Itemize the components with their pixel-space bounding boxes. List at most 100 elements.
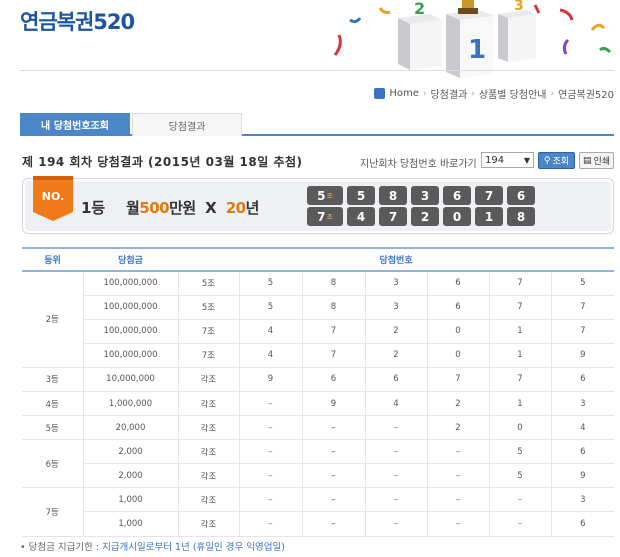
digit-cell: – xyxy=(239,391,303,417)
group-suffix: 조 xyxy=(326,191,333,200)
group-cell: 7조 xyxy=(178,343,240,368)
digit-cell: – xyxy=(302,487,366,513)
digit-cell: – xyxy=(239,415,303,441)
digit-cell: 9 xyxy=(302,391,366,417)
digit-cell: 6 xyxy=(427,271,490,296)
amount-cell: 1,000 xyxy=(83,511,179,537)
ball-row: 5조583676 xyxy=(307,186,535,205)
digit-cell: 3 xyxy=(365,295,428,320)
no-badge-label: NO. xyxy=(42,190,65,203)
digit-cell: – xyxy=(427,511,490,537)
digit-cell: – xyxy=(365,511,428,537)
digit-cell: 8 xyxy=(302,295,366,320)
number-ball: 6 xyxy=(443,186,471,205)
table-row: 2등 100,000,000 5조 5 8 3 6 7 5 xyxy=(22,271,615,368)
table-row: 100,000,000 5조 5 8 3 6 7 7 xyxy=(22,295,615,320)
digit-cell: 7 xyxy=(302,343,366,368)
draw-result-title: 제 194 회차 당첨결과 (2015년 03월 18일 추첨) xyxy=(22,155,303,169)
number-ball: 0 xyxy=(443,207,471,226)
number-ball: 7 xyxy=(475,186,503,205)
breadcrumb-results[interactable]: 당첨결과 xyxy=(430,86,467,101)
digit-cell: 4 xyxy=(551,415,615,441)
digit-cell: 5 xyxy=(489,439,552,465)
breadcrumb: Home › 당첨결과 › 상품별 당첨안내 › 연금복권520 xyxy=(374,86,614,101)
search-icon: ⚲ xyxy=(543,155,551,166)
digit-cell: 4 xyxy=(239,319,303,344)
rank-cell: 4등 xyxy=(22,391,84,417)
number-ball: 6 xyxy=(507,186,535,205)
table-row: 1,000 각조 – – – – –6 xyxy=(22,511,615,537)
chevron-right-icon: › xyxy=(550,88,555,99)
digit-cell: 6 xyxy=(551,511,615,537)
group-cell: 5조 xyxy=(178,295,240,320)
group-cell: 각조 xyxy=(178,487,240,513)
header-amount: 당첨금 xyxy=(83,247,178,272)
digit-cell: 1 xyxy=(489,319,552,344)
amount-cell: 2,000 xyxy=(83,463,179,489)
amount-cell: 1,000 xyxy=(83,487,179,513)
amount-cell: 1,000,000 xyxy=(83,391,179,417)
tab-draw-results[interactable]: 당첨결과 xyxy=(132,113,242,136)
digit-cell: 6 xyxy=(427,295,490,320)
digit-cell: – xyxy=(239,511,303,537)
group-cell: 각조 xyxy=(178,439,240,465)
amount-cell: 100,000,000 xyxy=(83,319,179,344)
svg-text:1: 1 xyxy=(468,35,486,65)
digit-cell: – xyxy=(365,439,428,465)
digit-cell: 5 xyxy=(489,463,552,489)
tab-my-number-check[interactable]: 내 당첨번호조회 xyxy=(20,113,130,136)
prize-amount-prefix: 월 xyxy=(126,199,140,217)
amount-cell: 2,000 xyxy=(83,439,179,465)
digit-cell: – xyxy=(489,487,552,513)
digit-cell: 2 xyxy=(365,319,428,344)
amount-cell: 10,000,000 xyxy=(83,367,179,392)
group-ball: 5조 xyxy=(307,186,343,205)
digit-cell: 3 xyxy=(365,271,428,296)
digit-cell: 0 xyxy=(427,319,490,344)
breadcrumb-home[interactable]: Home xyxy=(389,88,419,99)
digit-cell: – xyxy=(427,487,490,513)
round-select[interactable]: 194 ▼ xyxy=(481,152,534,168)
payment-deadline-note: • 당첨금 지급기한 : 지급개시일로부터 1년 (휴일인 경우 익영업일) xyxy=(20,539,285,553)
print-button[interactable]: ▤ 인쇄 xyxy=(579,152,614,169)
digit-cell: 6 xyxy=(365,367,428,392)
digit-cell: 2 xyxy=(427,391,490,417)
digit-cell: 7 xyxy=(302,319,366,344)
round-select-value: 194 xyxy=(485,154,505,166)
number-ball: 1 xyxy=(475,207,503,226)
results-table: 등위 당첨금 당첨번호 2등 100,000,000 5조 5 8 3 6 7 5 100,000… xyxy=(22,247,615,537)
group-cell: 각조 xyxy=(178,415,240,441)
search-button[interactable]: ⚲ 조회 xyxy=(538,152,575,169)
winning-number-balls: 5조5836767조472018 xyxy=(307,186,535,228)
prize-years-value: 20 xyxy=(225,199,246,217)
rank-cell: 2등 xyxy=(22,271,84,368)
number-ball: 4 xyxy=(347,207,375,226)
digit-cell: 4 xyxy=(365,391,428,417)
amount-cell: 100,000,000 xyxy=(83,271,179,296)
breadcrumb-current[interactable]: 연금복권520 xyxy=(558,86,614,101)
prize-rank: 1등 xyxy=(81,199,106,217)
digit-cell: – xyxy=(365,487,428,513)
digit-cell: 8 xyxy=(302,271,366,296)
footnote-text: 지급개시일로부터 1년 (휴일인 경우 익영업일) xyxy=(102,542,285,553)
digit-cell: 7 xyxy=(489,271,552,296)
table-row: 3등 10,000,000 각조 9 6 6 7 7 6 xyxy=(22,367,615,392)
amount-cell: 100,000,000 xyxy=(83,295,179,320)
group-cell: 각조 xyxy=(178,391,240,417)
digit-cell: – xyxy=(239,463,303,489)
digit-cell: 3 xyxy=(551,487,615,513)
home-icon[interactable] xyxy=(374,88,386,99)
group-cell: 7조 xyxy=(178,319,240,344)
digit-cell: 1 xyxy=(489,391,552,417)
prize-amount-suffix: 만원 X xyxy=(169,199,226,217)
group-cell: 각조 xyxy=(178,463,240,489)
digit-cell: – xyxy=(489,511,552,537)
chevron-right-icon: › xyxy=(471,88,475,99)
group-cell: 각조 xyxy=(178,511,240,537)
number-ball: 8 xyxy=(379,186,407,205)
digit-cell: 9 xyxy=(551,343,615,368)
table-row: 2,000 각조 – – – –5 9 xyxy=(22,463,615,489)
rank-cell: 7등 xyxy=(22,487,84,537)
header-divider xyxy=(20,70,614,71)
breadcrumb-product-info[interactable]: 상품별 당첨안내 xyxy=(479,86,547,101)
